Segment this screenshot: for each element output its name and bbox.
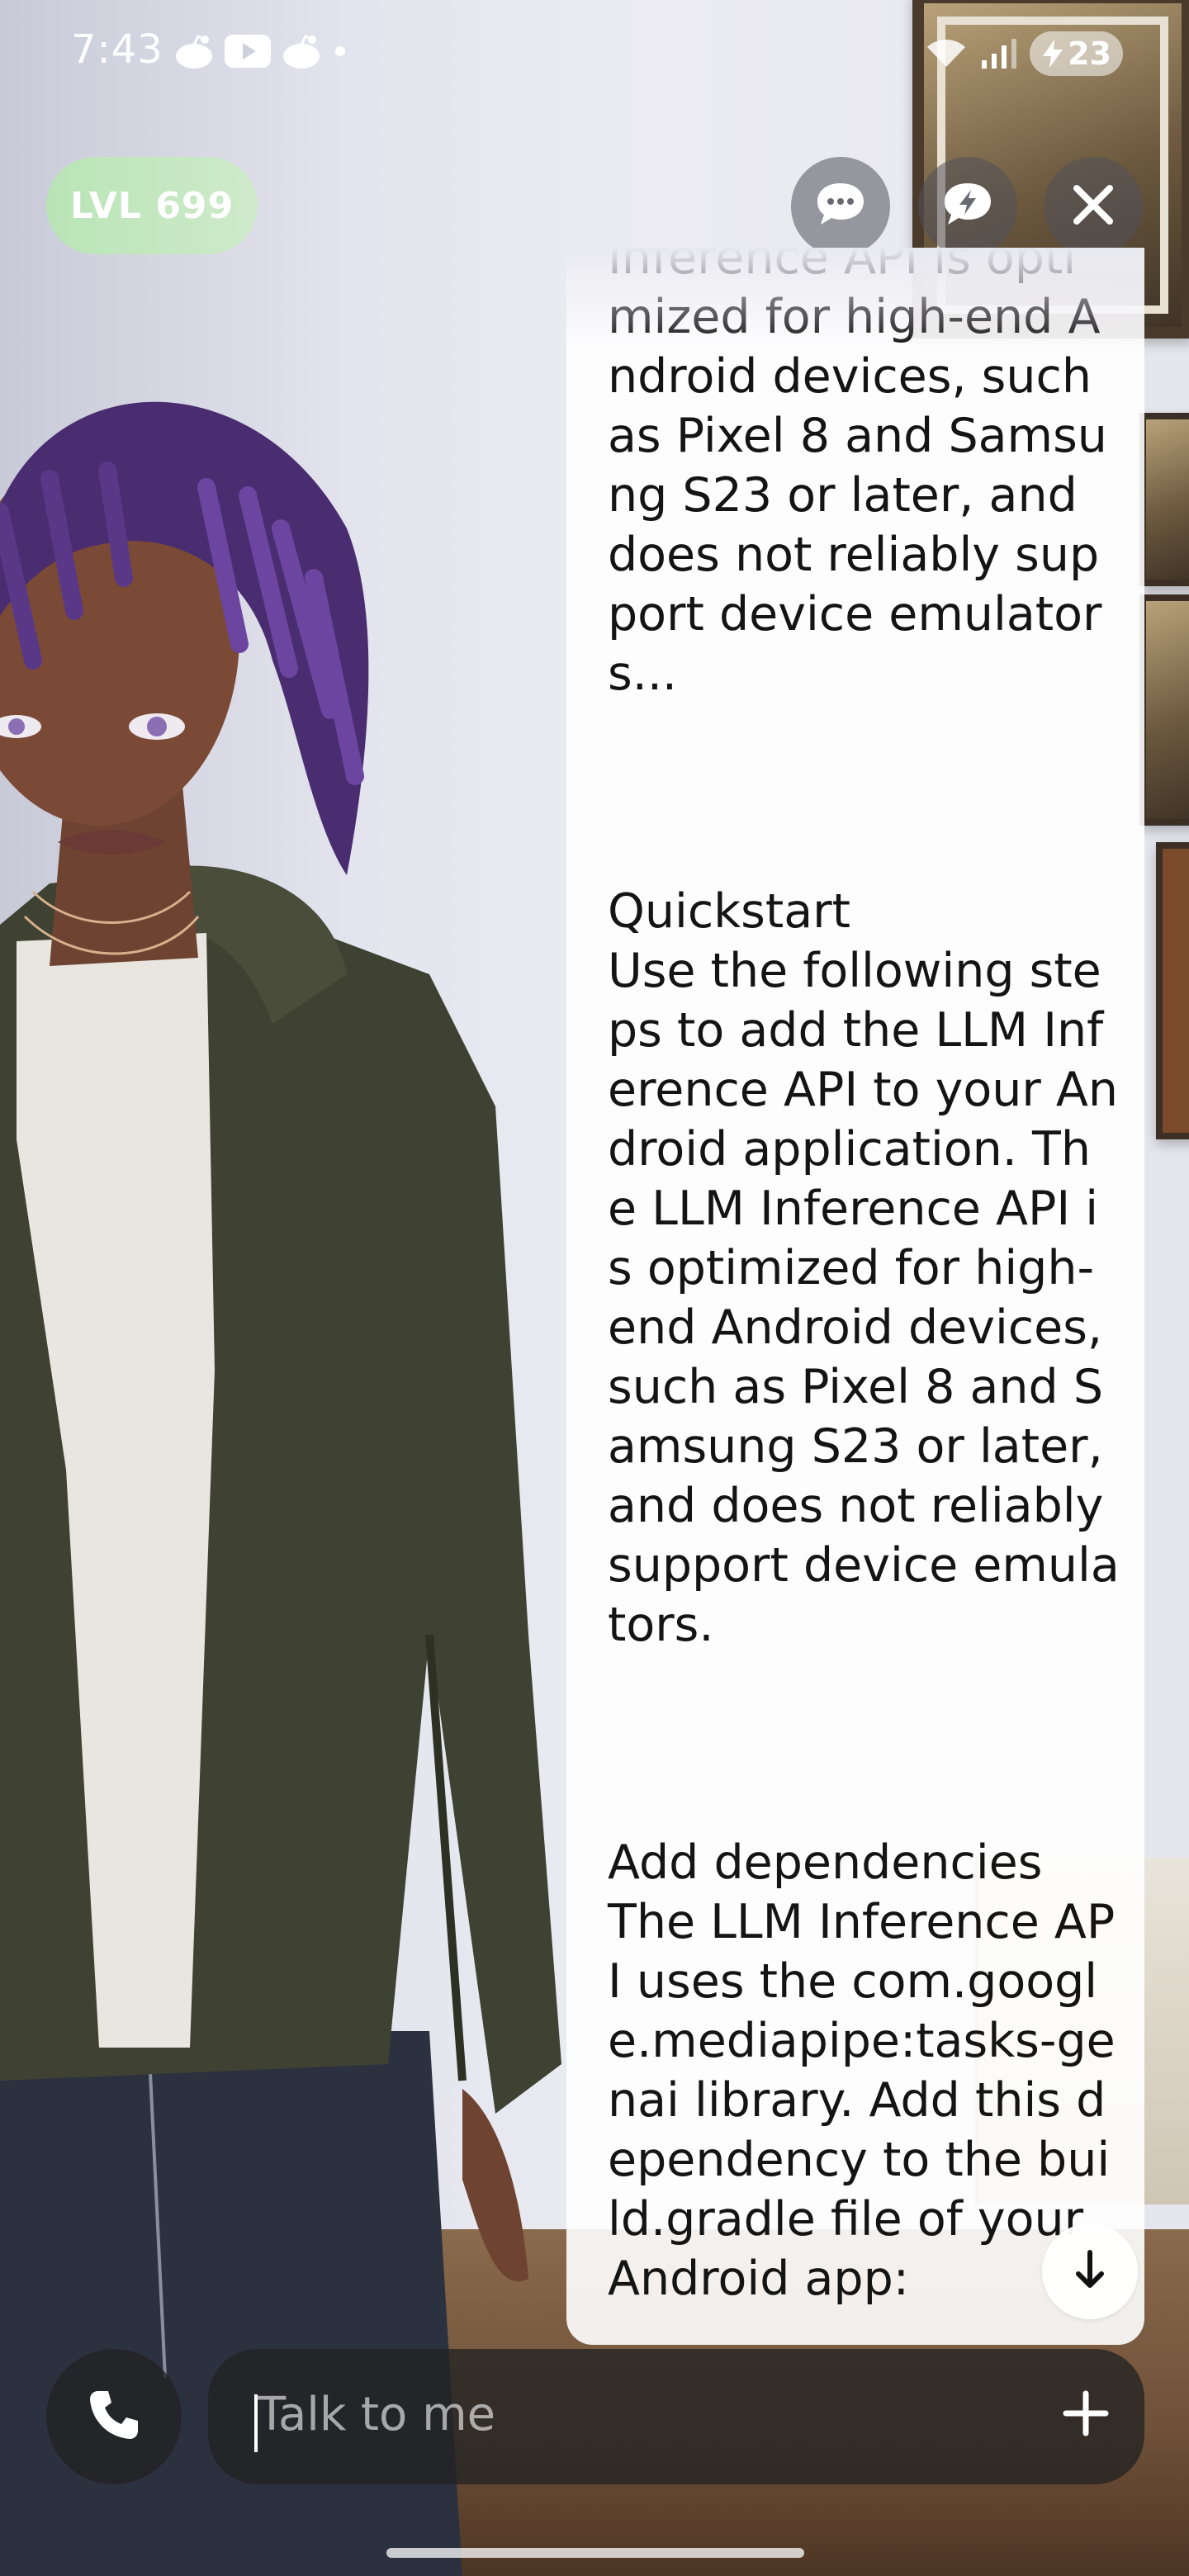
- add-attachment-button[interactable]: [1040, 2370, 1131, 2460]
- close-icon: [1070, 182, 1116, 231]
- message-text: Inference API is optimized for high-end …: [608, 248, 1120, 2345]
- painting-frame: [1139, 594, 1189, 826]
- close-button[interactable]: [1044, 157, 1143, 256]
- painting-frame: [1139, 413, 1189, 586]
- scroll-to-bottom-button[interactable]: [1042, 2223, 1138, 2319]
- chat-bubble-icon: [814, 180, 867, 233]
- message-paragraph: Quickstart Use the following steps to ad…: [608, 884, 1120, 1652]
- wifi-icon: [926, 37, 967, 70]
- signal-icon: [980, 37, 1017, 70]
- reddit-icon: [173, 33, 215, 69]
- lightning-chat-icon: [941, 180, 994, 233]
- phone-icon: [87, 2388, 141, 2446]
- charging-icon: [1043, 40, 1063, 68]
- battery-level: 23: [1068, 36, 1111, 72]
- panel-top-fade: [566, 248, 1144, 347]
- call-button[interactable]: [46, 2349, 182, 2484]
- home-indicator[interactable]: [386, 2548, 804, 2558]
- status-bar: 7:43 23: [0, 0, 1189, 107]
- notification-icons: [173, 33, 348, 69]
- quick-reply-button[interactable]: [918, 157, 1017, 256]
- level-badge[interactable]: LVL 699: [46, 157, 258, 254]
- avatar-character: [0, 401, 561, 2576]
- dot-icon: [332, 43, 348, 59]
- system-icons: 23: [926, 31, 1123, 76]
- battery-icon: 23: [1030, 31, 1123, 76]
- message-paragraph: Add dependencies The LLM Inference API u…: [608, 1835, 1116, 2306]
- youtube-icon: [225, 35, 271, 68]
- message-input[interactable]: Talk to me: [258, 2388, 495, 2441]
- chat-button[interactable]: [791, 157, 890, 256]
- reddit-icon: [281, 33, 322, 69]
- arrow-down-icon: [1073, 2249, 1106, 2294]
- chat-message-panel[interactable]: Inference API is optimized for high-end …: [566, 248, 1144, 2345]
- painting-frame: [1156, 842, 1189, 1139]
- status-time: 7:43: [71, 26, 163, 73]
- plus-icon: [1061, 2389, 1111, 2441]
